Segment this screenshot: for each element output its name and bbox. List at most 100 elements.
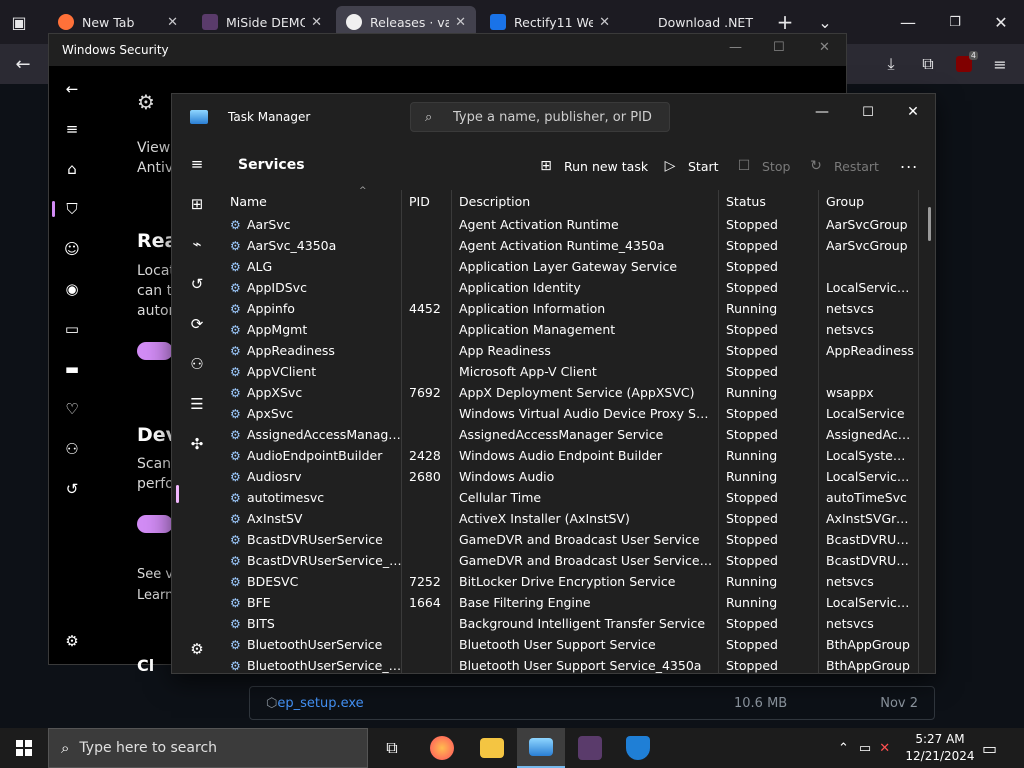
service-description: BitLocker Drive Encryption Service — [459, 574, 676, 589]
start-button[interactable] — [0, 728, 48, 768]
volume-muted-icon[interactable]: ✕ — [879, 741, 890, 756]
service-status: Running — [726, 301, 778, 316]
table-row[interactable]: ⚙ AppXSvc 7692 AppX Deployment Service (App… — [222, 382, 922, 403]
task-view-button[interactable]: ⧉ — [368, 728, 416, 768]
table-row[interactable]: ⚙ AarSvc Agent Activation Runtime Stopped Aa… — [222, 214, 922, 235]
download-icon[interactable]: ⤓ — [876, 49, 906, 79]
table-row[interactable]: ⚙ ApxSvc Windows Virtual Audio Device Prox… — [222, 403, 922, 424]
close-window-icon[interactable]: ✕ — [986, 7, 1016, 37]
minimize-icon[interactable]: — — [808, 100, 836, 124]
minimize-icon[interactable]: — — [729, 40, 742, 55]
col-pid-header[interactable]: PID — [409, 194, 430, 209]
shield-icon[interactable]: ⛉ — [61, 198, 83, 220]
family-options-icon[interactable]: ⚇ — [61, 438, 83, 460]
settings-gear-icon[interactable]: ⚙ — [183, 635, 211, 663]
account-icon[interactable]: ☺ — [61, 238, 83, 260]
table-row[interactable]: ⚙ AppReadiness App Readiness Stopped AppRead… — [222, 340, 922, 361]
table-row[interactable]: ⚙ Appinfo 4452 Application Information Runni… — [222, 298, 922, 319]
history-icon[interactable]: ↺ — [61, 478, 83, 500]
close-icon[interactable]: ✕ — [455, 15, 466, 30]
restore-icon[interactable]: ❐ — [940, 7, 970, 37]
table-row[interactable]: ⚙ Audiosrv 2680 Windows Audio Running LocalSe… — [222, 466, 922, 487]
processes-icon[interactable]: ⊞ — [183, 190, 211, 218]
close-icon[interactable]: ✕ — [167, 15, 178, 30]
taskbar-search-box[interactable]: ⌕ — [48, 728, 368, 768]
taskbar-windows-security[interactable] — [614, 728, 662, 768]
settings-gear-icon[interactable]: ⚙ — [61, 630, 83, 652]
more-options-button[interactable]: ... — [900, 153, 918, 172]
performance-icon[interactable]: ⌁ — [183, 230, 211, 258]
table-row[interactable]: ⚙ AppVClient Microsoft App-V Client Stopped — [222, 361, 922, 382]
start-service-button[interactable]: ▷ Start — [660, 155, 719, 177]
table-row[interactable]: ⚙ autotimesvc Cellular Time Stopped autoTime… — [222, 487, 922, 508]
startup-apps-icon[interactable]: ⟳ — [183, 310, 211, 338]
device-security-icon[interactable]: ▬ — [61, 358, 83, 380]
device-health-icon[interactable]: ♡ — [61, 398, 83, 420]
tm-search-input[interactable] — [453, 109, 653, 125]
table-row[interactable]: ⚙ BITS Background Intelligent Transfer Ser… — [222, 613, 922, 634]
stop-service-button[interactable]: ☐ Stop — [734, 155, 791, 177]
service-description: Agent Activation Runtime_4350a — [459, 238, 665, 253]
taskbar-search-input[interactable] — [79, 740, 340, 756]
col-name-header[interactable]: Name — [230, 194, 267, 209]
table-row[interactable]: ⚙ AssignedAccessManager... AssignedAccessM… — [222, 424, 922, 445]
ws-learn-link[interactable]: Learn — [137, 588, 173, 603]
firewall-network-icon[interactable]: ◉ — [61, 278, 83, 300]
minimize-icon[interactable]: — — [893, 7, 923, 37]
maximize-icon[interactable]: ☐ — [854, 100, 882, 124]
users-icon[interactable]: ⚇ — [183, 350, 211, 378]
notification-icon[interactable]: ▭ — [982, 728, 997, 768]
col-description-header[interactable]: Description — [459, 194, 530, 209]
hamburger-menu-icon[interactable]: ≡ — [183, 150, 211, 178]
table-row[interactable]: ⚙ BFE 1664 Base Filtering Engine Running Loca… — [222, 592, 922, 613]
table-row[interactable]: ⚙ ALG Application Layer Gateway Service Sto… — [222, 256, 922, 277]
app-browser-control-icon[interactable]: ▭ — [61, 318, 83, 340]
table-row[interactable]: ⚙ BDESVC 7252 BitLocker Drive Encryption Se… — [222, 571, 922, 592]
close-icon[interactable]: ✕ — [599, 15, 610, 30]
col-group-header[interactable]: Group — [826, 194, 864, 209]
table-row[interactable]: ⚙ AppIDSvc Application Identity Stopped Loca… — [222, 277, 922, 298]
table-row[interactable]: ⚙ AppMgmt Application Management Stopped net… — [222, 319, 922, 340]
hamburger-menu-icon[interactable]: ≡ — [985, 49, 1015, 79]
ublock-icon[interactable]: 4 — [949, 49, 979, 79]
back-arrow-icon[interactable]: ← — [61, 78, 83, 100]
service-description: AssignedAccessManager Service — [459, 427, 664, 442]
hamburger-menu-icon[interactable]: ≡ — [61, 118, 83, 140]
table-row[interactable]: ⚙ BcastDVRUserService_43... GameDVR and Br… — [222, 550, 922, 571]
services-puzzle-icon[interactable]: ✣ — [183, 430, 211, 458]
back-arrow-icon[interactable]: ← — [8, 49, 38, 79]
table-row[interactable]: ⚙ BluetoothUserService Bluetooth User Supp… — [222, 634, 922, 655]
asset-link[interactable]: ⬡ep_setup.exe — [266, 696, 364, 711]
close-icon[interactable]: ✕ — [819, 40, 830, 55]
taskbar-miside[interactable] — [566, 728, 614, 768]
dev-drive-toggle[interactable] — [137, 515, 173, 533]
taskbar-task-manager[interactable] — [517, 728, 565, 768]
tm-search-box[interactable]: ⌕ — [410, 102, 670, 132]
extensions-icon[interactable]: ⧉ — [913, 49, 943, 79]
app-history-icon[interactable]: ↺ — [183, 270, 211, 298]
run-new-task-button[interactable]: ⊞ Run new task — [536, 155, 648, 177]
close-icon[interactable]: ✕ — [899, 100, 927, 124]
table-row[interactable]: ⚙ BcastDVRUserService GameDVR and Broadcas… — [222, 529, 922, 550]
table-row[interactable]: ⚙ AudioEndpointBuilder 2428 Windows Audio E… — [222, 445, 922, 466]
task-manager-window: Task Manager ⌕ — ☐ ✕ ≡ ⊞ ⌁ ↺ ⟳ ⚇ ☰ ✣ ⚙ S… — [171, 93, 936, 674]
network-icon[interactable]: ▭ — [859, 741, 871, 756]
clock[interactable]: 5:27 AM 12/21/2024 — [900, 731, 980, 765]
chevron-up-icon[interactable]: ⌃ — [838, 741, 849, 756]
release-asset-row[interactable]: ⬡ep_setup.exe 10.6 MB Nov 2 — [249, 686, 935, 720]
tab-title: Releases · valin — [370, 14, 450, 30]
col-status-header[interactable]: Status — [726, 194, 766, 209]
maximize-icon[interactable]: ☐ — [773, 40, 785, 55]
realtime-toggle[interactable] — [137, 342, 173, 360]
tab-list-icon[interactable]: ▣ — [4, 7, 34, 37]
table-row[interactable]: ⚙ AarSvc_4350a Agent Activation Runtime_43… — [222, 235, 922, 256]
details-list-icon[interactable]: ☰ — [183, 390, 211, 418]
home-icon[interactable]: ⌂ — [61, 158, 83, 180]
vertical-scrollbar-thumb[interactable] — [928, 207, 931, 241]
table-row[interactable]: ⚙ BluetoothUserService_43... Bluetooth Use… — [222, 655, 922, 676]
table-row[interactable]: ⚙ AxInstSV ActiveX Installer (AxInstSV) Sto… — [222, 508, 922, 529]
close-icon[interactable]: ✕ — [311, 15, 322, 30]
restart-service-button[interactable]: ↻ Restart — [806, 155, 879, 177]
taskbar-file-explorer[interactable] — [468, 728, 516, 768]
taskbar-firefox[interactable] — [418, 728, 466, 768]
